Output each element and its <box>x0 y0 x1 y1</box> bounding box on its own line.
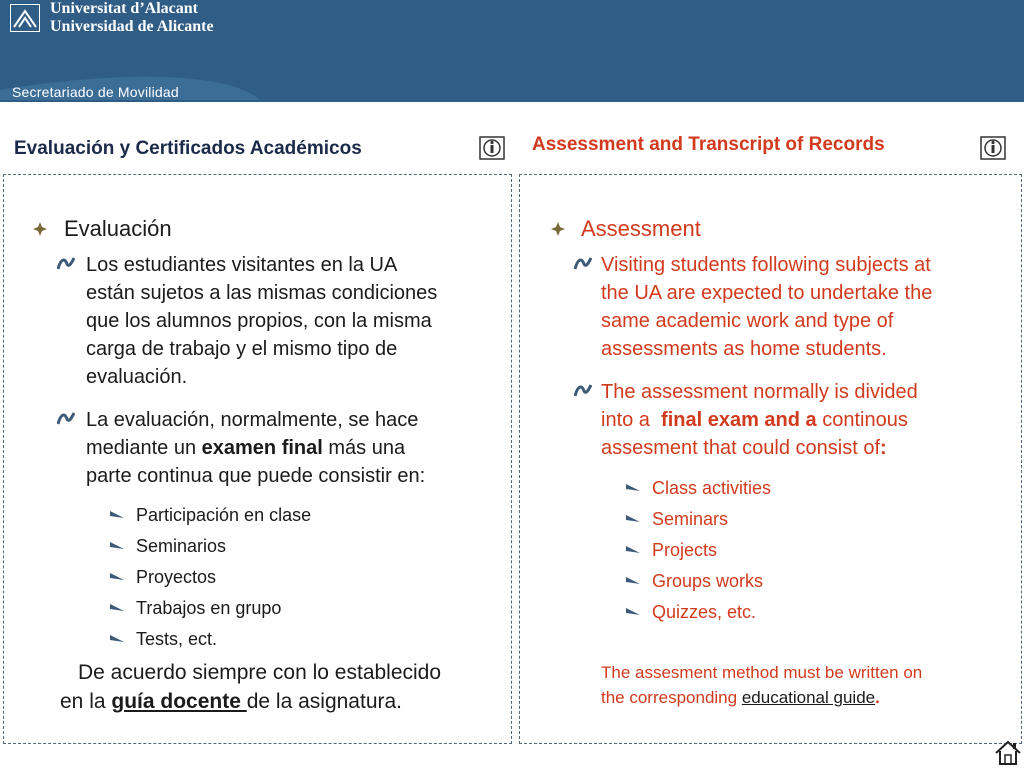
university-logo-icon <box>10 4 40 32</box>
arrow-bullet-icon <box>110 542 124 549</box>
arrow-bullet-icon <box>626 546 640 553</box>
note-en: The assesment method must be written on … <box>601 663 923 707</box>
list-item: Quizzes, etc. <box>652 602 757 622</box>
list-item: Class activities <box>652 478 772 498</box>
closing-es: De acuerdo siempre con lo establecido en… <box>60 661 442 713</box>
wave-bullet-icon <box>574 257 592 270</box>
page-title-en: Assessment and Transcript of Records <box>532 134 885 155</box>
info-icon[interactable] <box>479 136 505 160</box>
list-item: Seminars <box>652 509 729 529</box>
university-name-es: Universidad de Alicante <box>50 18 214 35</box>
list-item: Tests, ect. <box>136 629 218 649</box>
department-name: Secretariado de Movilidad <box>12 84 179 100</box>
paragraph-en-1: Visiting students following subjects at … <box>601 254 933 360</box>
wave-bullet-icon <box>57 257 75 270</box>
arrow-bullet-icon <box>110 635 124 642</box>
diamond-bullet-icon <box>33 222 47 236</box>
paragraph-es-1: Los estudiantes visitantes en la UA está… <box>86 254 438 388</box>
section-heading-es: Evaluación <box>64 216 172 241</box>
arrow-bullet-icon <box>626 577 640 584</box>
arrow-bullet-icon <box>110 604 124 611</box>
list-item: Proyectos <box>136 567 217 587</box>
arrow-bullet-icon <box>110 511 124 518</box>
list-item: Seminarios <box>136 536 227 556</box>
guia-docente-link[interactable]: guía docente <box>111 690 246 713</box>
arrow-bullet-icon <box>626 515 640 522</box>
educational-guide-link[interactable]: educational guide <box>742 688 875 707</box>
wave-bullet-icon <box>574 384 592 397</box>
university-name-ca: Universitat d’Alacant <box>50 0 198 17</box>
section-heading-en: Assessment <box>581 216 701 241</box>
list-item: Trabajos en grupo <box>136 598 282 618</box>
info-icon[interactable] <box>980 136 1006 160</box>
paragraph-en-2: The assessment normally is divided into … <box>601 381 918 459</box>
header-banner: Universitat d’Alacant Universidad de Ali… <box>0 0 1024 102</box>
home-icon[interactable] <box>994 740 1022 766</box>
list-item: Projects <box>652 540 718 560</box>
page-title-es: Evaluación y Certificados Académicos <box>14 138 362 159</box>
arrow-bullet-icon <box>110 573 124 580</box>
list-item: Participación en clase <box>136 505 312 525</box>
arrow-bullet-icon <box>626 484 640 491</box>
diamond-bullet-icon <box>551 222 565 236</box>
arrow-bullet-icon <box>626 608 640 615</box>
paragraph-es-2: La evaluación, normalmente, se hace medi… <box>86 409 426 487</box>
list-item: Groups works <box>652 571 764 591</box>
wave-bullet-icon <box>57 412 75 425</box>
